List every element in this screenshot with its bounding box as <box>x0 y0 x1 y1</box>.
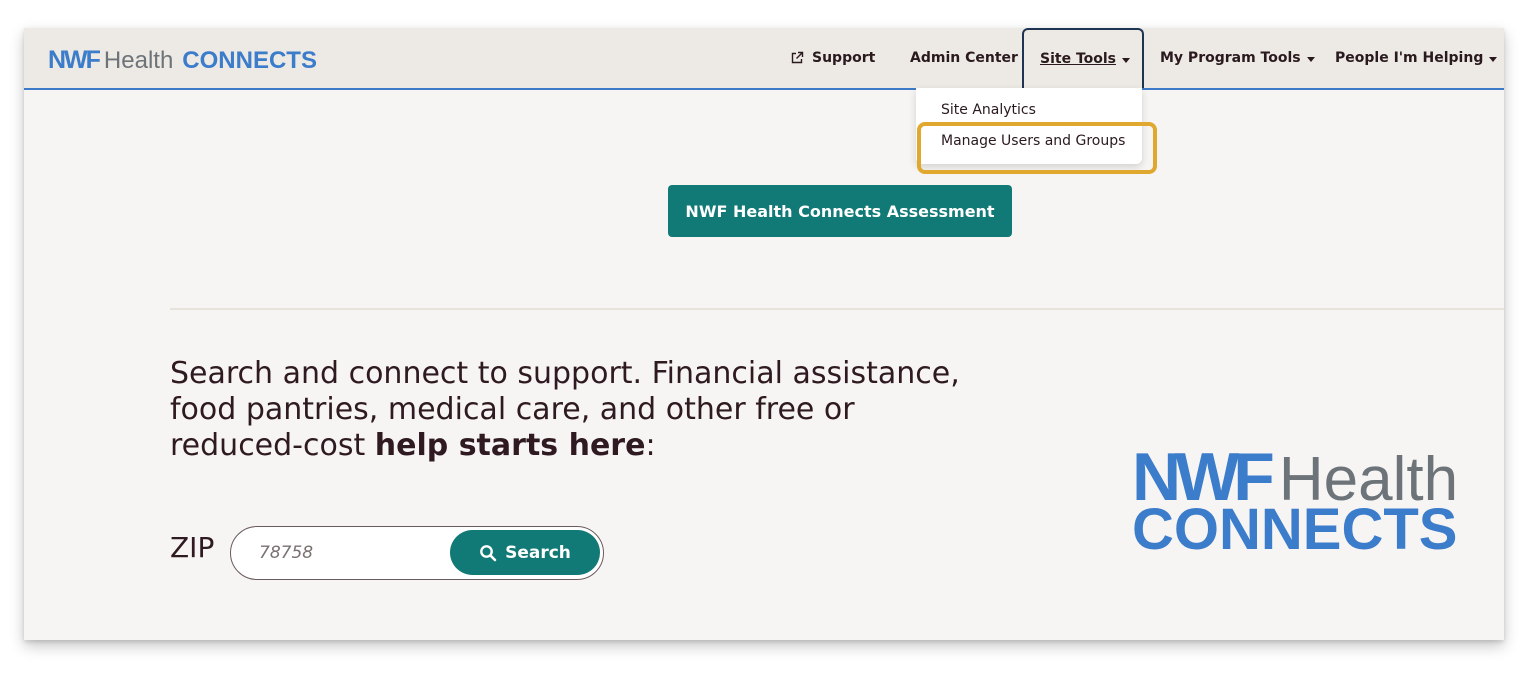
nav-support-label: Support <box>812 50 876 66</box>
brand-health: Health <box>103 47 174 74</box>
nav-my-program-tools-label: My Program Tools <box>1160 50 1301 66</box>
section-divider <box>170 308 1504 310</box>
zip-input[interactable] <box>259 541 439 565</box>
headline-bold: help starts here <box>374 428 646 463</box>
caret-down-icon <box>1306 56 1315 62</box>
nav-admin-center-label: Admin Center <box>910 50 1018 66</box>
brand-connects: CONNECTS <box>182 47 317 74</box>
nav-people-helping-label: People I'm Helping <box>1335 50 1484 66</box>
search-button-label: Search <box>505 542 571 563</box>
nav-my-program-tools[interactable]: My Program Tools <box>1160 28 1315 88</box>
caret-down-icon <box>1489 56 1498 62</box>
nav-admin-center[interactable]: Admin Center <box>910 28 1018 88</box>
zip-search-form: Search <box>230 526 604 580</box>
nav-site-tools-label: Site Tools <box>1040 51 1117 67</box>
caret-down-icon <box>1122 57 1131 63</box>
brand-nwf: NWF <box>48 46 101 74</box>
external-link-icon <box>791 51 804 64</box>
brand-logo[interactable]: NWF Health CONNECTS <box>48 46 317 74</box>
nav-site-tools[interactable]: Site Tools <box>1022 28 1144 88</box>
zip-label: ZIP <box>170 531 215 564</box>
nwf-health-connects-logo: NWF Health CONNECTS <box>1132 438 1462 568</box>
hero-headline: Search and connect to support. Financial… <box>170 356 970 464</box>
nav-people-helping[interactable]: People I'm Helping <box>1335 28 1498 88</box>
browser-page: NWF Health CONNECTS Support Admin Center… <box>24 28 1504 640</box>
nav-support-link[interactable]: Support <box>790 28 875 88</box>
logo-connects: CONNECTS <box>1132 497 1458 562</box>
menu-item-site-analytics[interactable]: Site Analytics <box>941 102 1036 118</box>
headline-end: : <box>645 428 656 463</box>
search-icon <box>480 544 497 561</box>
assessment-button[interactable]: NWF Health Connects Assessment <box>668 185 1012 237</box>
search-button[interactable]: Search <box>450 530 600 575</box>
highlight-box <box>917 122 1157 174</box>
top-navbar: NWF Health CONNECTS Support Admin Center… <box>24 28 1504 90</box>
